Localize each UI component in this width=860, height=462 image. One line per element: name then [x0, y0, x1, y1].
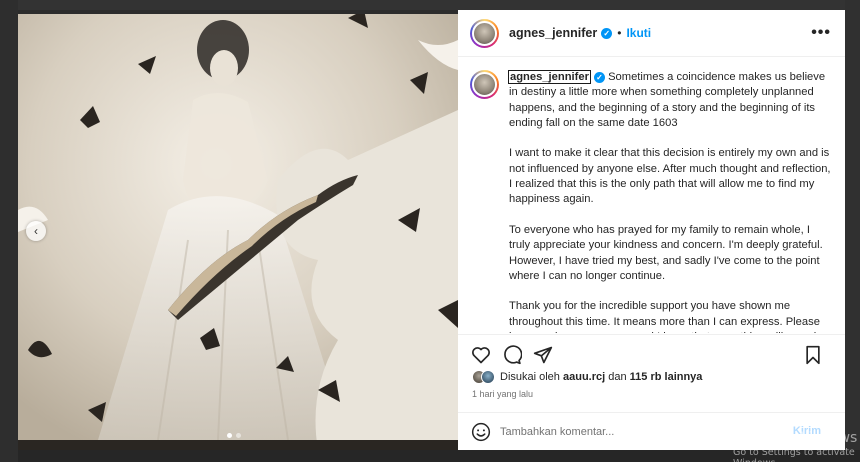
- separator: •: [617, 26, 622, 40]
- follow-button[interactable]: Ikuti: [626, 26, 651, 40]
- liker-avatar: [481, 370, 495, 384]
- caption-paragraph: agnes_jennifer ✓ Sometimes a coincidence …: [508, 70, 831, 131]
- backdrop-edge-right: [845, 0, 860, 462]
- caption-username[interactable]: agnes_jennifer: [508, 70, 591, 84]
- windows-activation-watermark: Activate Windows Go to Settings to activ…: [733, 430, 860, 462]
- liker-avatars: [472, 370, 495, 384]
- avatar[interactable]: [470, 70, 499, 99]
- backdrop-edge-top: [18, 0, 860, 10]
- carousel-dot-active: [227, 433, 232, 438]
- carousel-dot: [236, 433, 241, 438]
- post-photo[interactable]: [18, 10, 458, 450]
- likes-summary[interactable]: Disukai oleh aauu.rcj dan 115 rb lainnya: [472, 369, 702, 385]
- caption-section[interactable]: agnes_jennifer ✓ Sometimes a coincidence …: [458, 58, 845, 333]
- likes-connector: dan: [608, 371, 627, 383]
- verified-badge-icon: ✓: [593, 72, 605, 83]
- author-username[interactable]: agnes_jennifer: [509, 26, 597, 40]
- action-bar: [458, 334, 845, 374]
- caption-avatar-wrap: [470, 70, 499, 333]
- post-detail-panel: agnes_jennifer ✓ • Ikuti ••• agnes_jenni…: [458, 10, 845, 450]
- torn-paper-bridal-image: [18, 10, 458, 450]
- liker-username-link[interactable]: aauu.rcj: [563, 371, 605, 383]
- carousel-prev-button[interactable]: ‹: [26, 221, 46, 241]
- emoji-icon[interactable]: [470, 421, 492, 443]
- likes-prefix: Disukai oleh: [500, 371, 560, 383]
- watermark-subtitle: Go to Settings to activate Windows.: [733, 447, 855, 462]
- carousel-dots: [227, 433, 241, 438]
- bookmark-icon[interactable]: [802, 344, 824, 366]
- caption-text: agnes_jennifer ✓ Sometimes a coincidence …: [508, 70, 831, 333]
- avatar[interactable]: [470, 18, 499, 48]
- verified-badge-icon: ✓: [601, 27, 613, 39]
- avatar-image: [472, 20, 497, 46]
- post-header: agnes_jennifer ✓ • Ikuti •••: [458, 10, 845, 57]
- backdrop-edge-left: [0, 0, 18, 462]
- watermark-title: Activate Windows: [733, 430, 858, 446]
- heart-icon[interactable]: [470, 344, 492, 366]
- avatar-image: [472, 72, 497, 97]
- caption-paragraph: I want to make it clear that this decisi…: [509, 147, 831, 206]
- comment-icon[interactable]: [501, 344, 523, 366]
- likes-others-link[interactable]: 115 rb lainnya: [630, 371, 703, 383]
- more-options-button[interactable]: •••: [811, 24, 831, 42]
- share-icon[interactable]: [532, 344, 554, 366]
- caption-paragraph: To everyone who has prayed for my family…: [509, 223, 823, 282]
- caption-paragraph: Thank you for the incredible support you…: [509, 300, 826, 333]
- post-timestamp[interactable]: 1 hari yang lalu: [472, 389, 533, 399]
